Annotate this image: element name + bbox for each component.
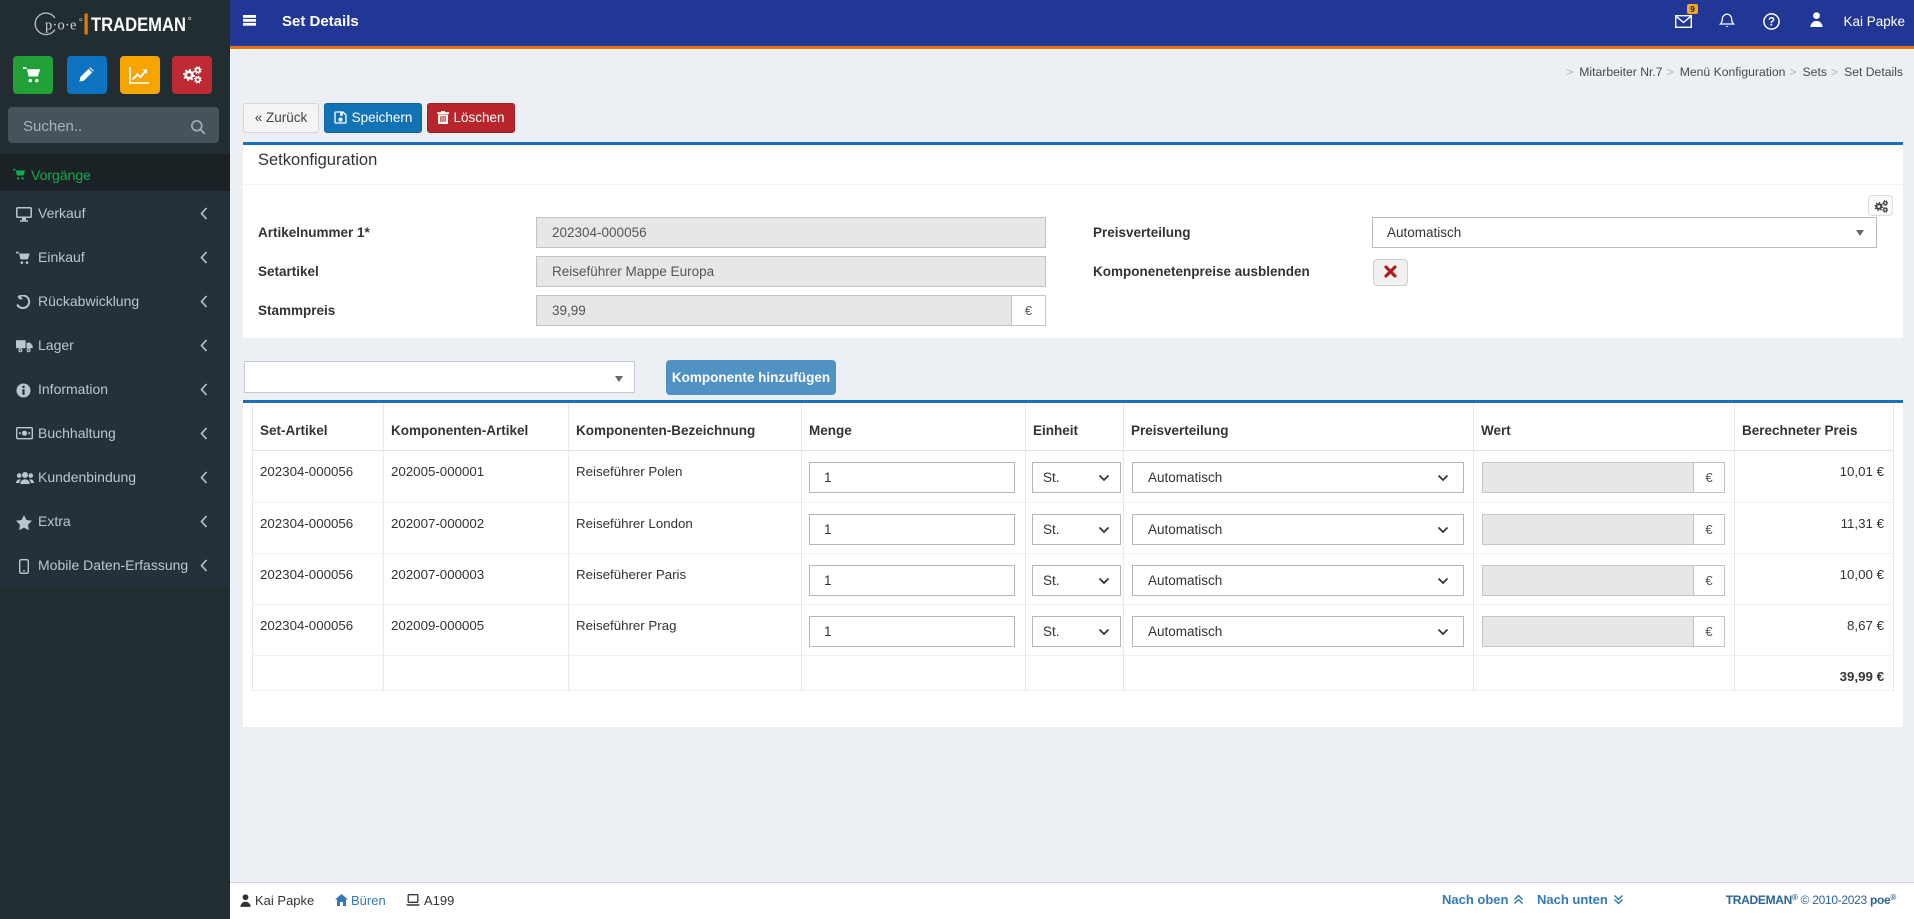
svg-text:TRADEMAN: TRADEMAN (91, 14, 186, 36)
svg-text:p·o·e: p·o·e (45, 18, 77, 34)
svg-text:?: ? (1768, 17, 1775, 29)
